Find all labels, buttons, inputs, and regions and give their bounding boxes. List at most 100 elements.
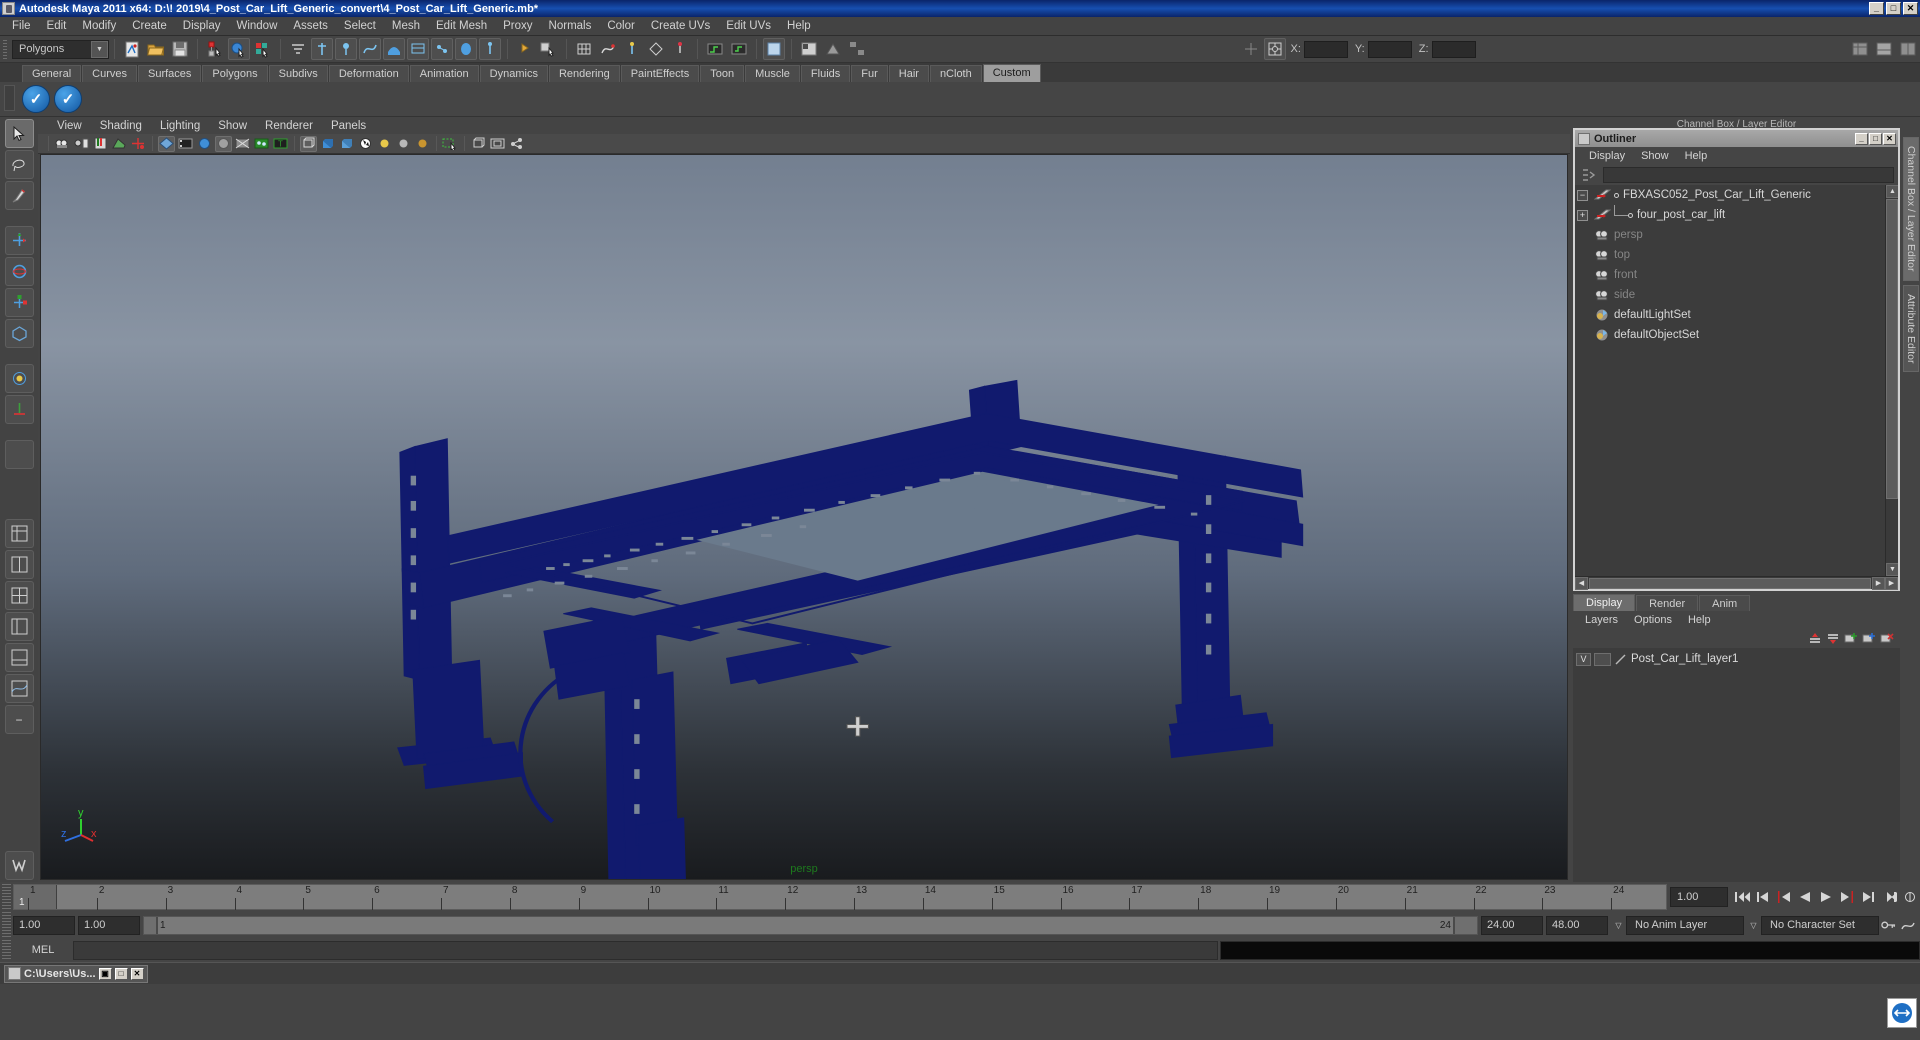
menu-edit-mesh[interactable]: Edit Mesh [428,18,495,34]
select-by-object-type-icon[interactable] [228,38,250,60]
menu-modify[interactable]: Modify [74,18,124,34]
menu-display[interactable]: Display [175,18,229,34]
select-rendering-icon[interactable] [455,38,477,60]
shelf-tab-fluids[interactable]: Fluids [800,65,851,82]
go-to-start-icon[interactable] [1731,887,1752,907]
viewport-menu-shading[interactable]: Shading [91,119,151,133]
character-set-select[interactable]: No Character Set [1761,915,1879,935]
snap-grid-icon[interactable] [573,38,595,60]
outliner-row-persp[interactable]: persp [1575,225,1898,245]
taskbar-item-script-editor[interactable]: C:\Users\Us... ▣ □ ✕ [4,964,148,983]
select-camera-icon[interactable] [54,136,71,152]
menu-window[interactable]: Window [228,18,285,34]
viewport-menu-panels[interactable]: Panels [322,119,375,133]
taskbar-close-icon[interactable]: ✕ [130,967,144,980]
range-slider-track[interactable]: 1 24 [143,915,1478,935]
tab-attribute-editor[interactable]: Attribute Editor [1903,284,1919,372]
select-joint-icon[interactable] [335,38,357,60]
coord-x-input[interactable] [1303,40,1348,58]
menu-color[interactable]: Color [599,18,642,34]
time-slider-grip[interactable] [2,884,11,910]
outliner-menu-show[interactable]: Show [1633,150,1677,162]
outliner-tree[interactable]: − FBXASC052_Post_Car_Lift_Generic + four… [1575,185,1898,576]
outliner-search-input[interactable] [1603,166,1894,183]
scroll-up-icon[interactable]: ▲ [1886,185,1898,198]
taskbar-maximize-icon[interactable]: □ [114,967,128,980]
range-bar[interactable] [156,916,1455,934]
play-forwards-icon[interactable] [1815,887,1836,907]
time-slider-track[interactable]: 1 1 2 3 4 5 6 7 8 9 10 11 12 13 14 15 16 17 18 19 20 21 22 23 2… [13,884,1667,910]
layout-hypershade-icon[interactable] [4,643,34,672]
highlight-selection-icon[interactable] [538,38,560,60]
select-by-component-icon[interactable] [252,38,274,60]
menu-file[interactable]: File [4,18,39,34]
outliner-row-front[interactable]: front [1575,265,1898,285]
close-icon[interactable]: ✕ [1903,2,1918,15]
xray-icon[interactable] [300,135,317,152]
outliner-close-icon[interactable]: ✕ [1883,132,1896,145]
isolate-select-icon[interactable] [442,136,459,152]
layer-move-up-icon[interactable] [1808,632,1822,645]
menu-edit-uvs[interactable]: Edit UVs [718,18,779,34]
outliner-menu-help[interactable]: Help [1677,150,1716,162]
outliner-row-defaultobjectset[interactable]: defaultObjectSet [1575,325,1898,345]
anim-layer-chevron-icon[interactable]: ▽ [1611,917,1626,934]
script-language-label[interactable]: MEL [13,944,73,956]
viewport-menu-renderer[interactable]: Renderer [256,119,322,133]
play-backwards-icon[interactable] [1794,887,1815,907]
two-d-pan-zoom-icon[interactable] [130,136,147,152]
camera-attributes-icon[interactable] [73,136,90,152]
key-icon[interactable] [1881,917,1896,934]
scroll-right-icon[interactable]: ▶ [1872,576,1885,590]
shelf-tab-painteffects[interactable]: PaintEffects [620,65,700,82]
texture-display-icon[interactable] [253,136,270,152]
taskbar-restore-icon[interactable]: ▣ [98,967,112,980]
layout-two-pane-icon[interactable] [4,550,34,579]
film-gate-icon[interactable] [177,136,194,152]
quick-nav-button[interactable] [1887,998,1917,1028]
outliner-row-fbxasc052[interactable]: − FBXASC052_Post_Car_Lift_Generic [1575,185,1898,205]
viewport-menu-view[interactable]: View [48,119,91,133]
layer-visibility-toggle[interactable]: V [1576,652,1591,666]
outliner-row-side[interactable]: side [1575,285,1898,305]
select-deformation-icon[interactable] [407,38,429,60]
shelf-checkmark-button-2[interactable]: ✓ [54,85,82,113]
expander-icon[interactable]: + [1577,209,1588,221]
show-tool-settings-icon[interactable] [1897,38,1919,60]
last-tool-icon[interactable] [4,395,34,424]
shadows-icon[interactable] [414,136,431,152]
tab-anim[interactable]: Anim [1699,595,1751,611]
outliner-maximize-icon[interactable]: □ [1869,132,1882,145]
range-slider-grip[interactable] [2,912,11,938]
shelf-tab-surfaces[interactable]: Surfaces [137,65,202,82]
range-start-field[interactable]: 1.00 [78,915,140,935]
paint-select-tool-icon[interactable] [4,181,34,210]
text-display-icon[interactable]: T [272,136,289,152]
coordinate-mode-icon[interactable] [1263,38,1286,60]
lock-selection-icon[interactable] [514,38,536,60]
shelf-tab-ncloth[interactable]: nCloth [929,65,982,82]
shade-solid-icon[interactable] [319,136,336,152]
wireframe-shaded-icon[interactable] [158,135,175,152]
menu-help[interactable]: Help [779,18,819,34]
layer-playback-toggle[interactable] [1594,652,1611,666]
menu-select[interactable]: Select [336,18,384,34]
scale-tool-icon[interactable] [4,288,34,317]
select-surface-icon[interactable] [383,38,405,60]
scrollbar-thumb[interactable] [1886,199,1898,499]
anim-end-field[interactable]: 48.00 [1546,915,1608,935]
mel-command-input[interactable] [73,940,1218,960]
outliner-row-four-post-car-lift[interactable]: + four_post_car_lift [1575,205,1898,225]
snap-curve-icon[interactable] [597,38,619,60]
move-tool-icon[interactable] [4,226,34,255]
outliner-menu-display[interactable]: Display [1581,150,1633,162]
current-time-field[interactable]: 1.00 [1670,887,1728,907]
step-forward-frame-icon[interactable] [1836,887,1857,907]
layer-list[interactable]: V Post_Car_Lift_layer1 [1573,648,1900,882]
shelf-tab-general[interactable]: General [22,65,82,82]
menu-create[interactable]: Create [124,18,175,34]
layer-menu-options[interactable]: Options [1626,614,1680,626]
snap-view-plane-icon[interactable] [645,38,667,60]
layer-new-from-selected-icon[interactable] [1862,632,1876,645]
coord-y-input[interactable] [1367,40,1412,58]
